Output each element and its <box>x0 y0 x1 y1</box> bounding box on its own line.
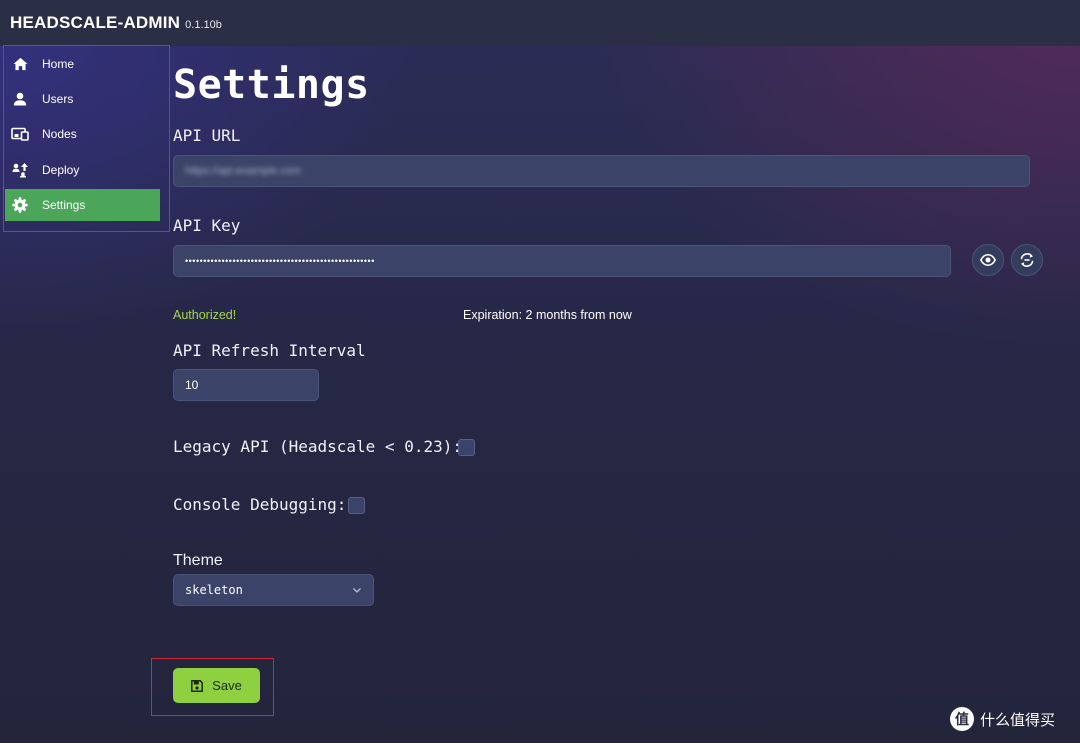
legacy-api-label: Legacy API (Headscale < 0.23): <box>173 437 462 456</box>
save-button[interactable]: Save <box>173 668 260 703</box>
key-expiration: Expiration: 2 months from now <box>463 308 632 322</box>
app-title[interactable]: HEADSCALE-ADMIN <box>10 13 180 33</box>
devices-icon <box>11 125 29 143</box>
watermark-text: 什么值得买 <box>980 710 1056 729</box>
show-key-button[interactable] <box>972 244 1004 276</box>
legacy-api-checkbox[interactable] <box>458 439 475 456</box>
sidebar-item-nodes[interactable]: Nodes <box>5 118 160 150</box>
theme-label: Theme <box>173 552 223 569</box>
user-icon <box>11 90 29 108</box>
watermark-logo: 值 <box>950 707 974 731</box>
rotate-key-button[interactable] <box>1011 244 1043 276</box>
sidebar-item-settings[interactable]: Settings <box>5 188 160 221</box>
console-debugging-checkbox[interactable] <box>348 497 365 514</box>
api-url-input[interactable]: https://api.example.com <box>173 155 1030 187</box>
refresh-icon <box>1019 252 1035 268</box>
chevron-down-icon <box>352 584 362 598</box>
refresh-interval-value: 10 <box>185 378 199 392</box>
auth-status: Authorized! <box>173 308 237 322</box>
floppy-disk-icon <box>191 679 204 692</box>
api-key-input[interactable]: ••••••••••••••••••••••••••••••••••••••••… <box>173 245 951 277</box>
top-bar: HEADSCALE-ADMIN 0.1.10b <box>0 0 1080 46</box>
refresh-interval-label: API Refresh Interval <box>173 341 366 360</box>
sidebar-item-label: Deploy <box>42 162 80 177</box>
page-title: Settings <box>173 62 370 108</box>
theme-select[interactable]: skeleton <box>173 574 374 606</box>
api-key-value: ••••••••••••••••••••••••••••••••••••••••… <box>185 256 375 266</box>
deploy-icon <box>11 161 29 179</box>
sidebar: Home Users Nodes Deploy Settings <box>5 48 160 224</box>
save-button-label: Save <box>212 678 242 693</box>
sidebar-item-label: Nodes <box>42 127 77 142</box>
sidebar-item-label: Home <box>42 57 75 71</box>
sidebar-item-home[interactable]: Home <box>5 48 160 80</box>
home-icon <box>11 55 29 73</box>
sidebar-item-users[interactable]: Users <box>5 83 160 115</box>
api-url-label: API URL <box>173 126 241 145</box>
app-version: 0.1.10b <box>185 18 222 31</box>
gear-icon <box>11 196 29 214</box>
api-url-value: https://api.example.com <box>185 165 302 177</box>
sidebar-item-deploy[interactable]: Deploy <box>5 154 160 186</box>
watermark: 值 什么值得买 <box>950 707 1055 731</box>
sidebar-item-label: Users <box>42 92 74 107</box>
console-debugging-label: Console Debugging: <box>173 495 347 514</box>
refresh-interval-input[interactable]: 10 <box>173 369 319 401</box>
api-key-label: API Key <box>173 216 241 235</box>
eye-icon <box>980 254 996 266</box>
theme-selected-value: skeleton <box>185 583 243 597</box>
sidebar-item-label: Settings <box>42 197 86 212</box>
